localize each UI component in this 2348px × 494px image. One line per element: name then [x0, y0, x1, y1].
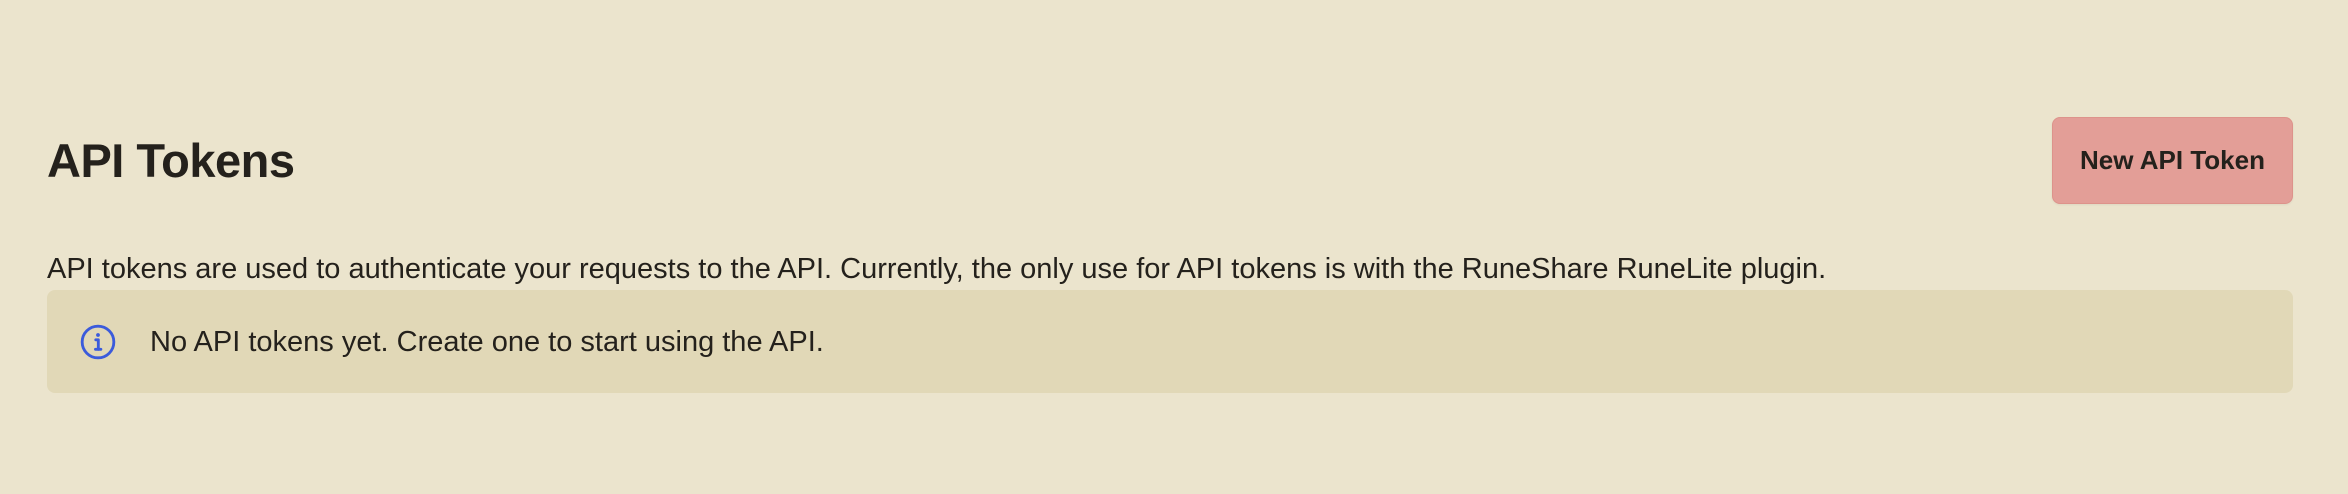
page-description: API tokens are used to authenticate your… — [47, 253, 1827, 285]
page-title: API Tokens — [47, 134, 295, 187]
new-api-token-button[interactable]: New API Token — [2052, 117, 2293, 204]
api-tokens-page: API Tokens New API Token API tokens are … — [47, 0, 2293, 494]
empty-state-alert: No API tokens yet. Create one to start u… — [47, 290, 2293, 393]
page-header: API Tokens New API Token — [47, 117, 2293, 204]
info-icon — [79, 323, 117, 361]
alert-message: No API tokens yet. Create one to start u… — [150, 325, 824, 358]
